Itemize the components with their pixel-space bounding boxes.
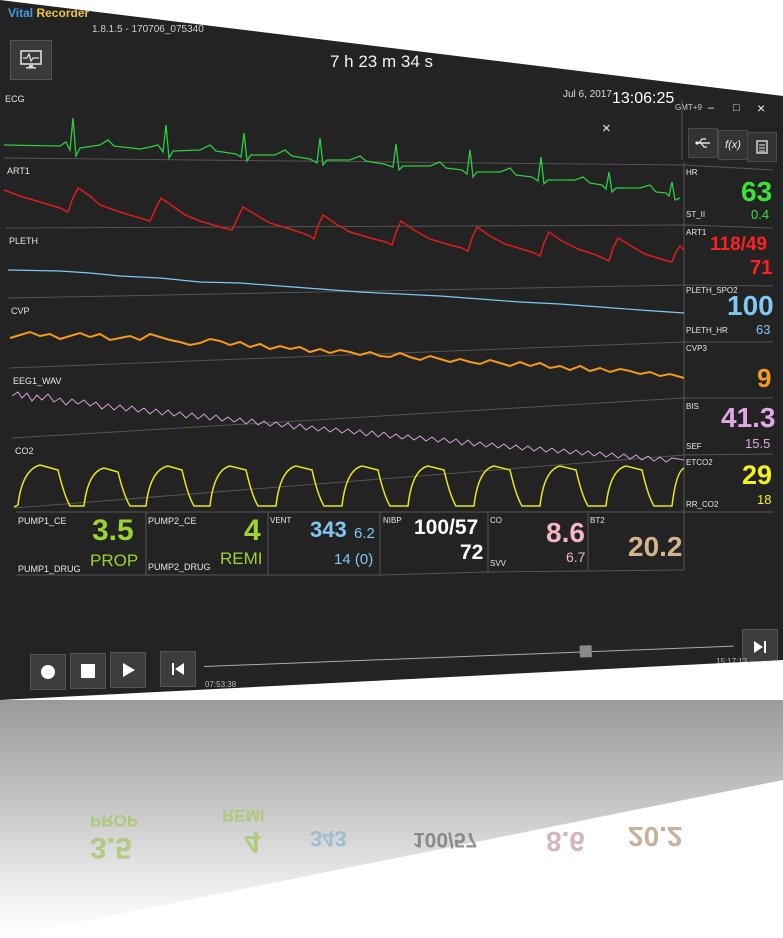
- st-label: ST_II: [686, 210, 706, 219]
- timeline-end-time: 15:17:13: [716, 657, 748, 666]
- waveform-label-eeg: EEG1_WAV: [13, 376, 62, 386]
- bt2-value: 20.2: [628, 531, 683, 562]
- reflection-bt2-value: 20.2: [628, 821, 683, 852]
- rr-co2-value: 18: [757, 492, 772, 507]
- playback-thumb[interactable]: [579, 645, 592, 658]
- reflection-vent-value: 343: [310, 826, 347, 851]
- stop-button[interactable]: [70, 653, 106, 689]
- spo2-value: 100: [727, 290, 774, 321]
- nibp-label: NIBP: [383, 516, 402, 525]
- pump1-drug-label: PUMP1_DRUG: [18, 564, 81, 574]
- record-icon: [41, 665, 55, 679]
- sef-label: SEF: [686, 442, 702, 451]
- vent-label: VENT: [270, 516, 292, 525]
- waveform-area: [3, 100, 774, 576]
- waveform-label-co2: CO2: [15, 446, 34, 456]
- record-button[interactable]: [30, 654, 66, 690]
- timeline-start-time: 07:53:38: [205, 680, 237, 689]
- hr-value: 63: [741, 176, 773, 207]
- reflection-pump2-value: 4: [244, 825, 261, 858]
- waveform-label-cvp: CVP: [11, 306, 30, 316]
- pleth-hr-label: PLETH_HR: [686, 326, 728, 335]
- bis-label: BIS: [686, 402, 699, 411]
- pump2-drug: REMI: [220, 549, 263, 568]
- waveform-label-art1: ART1: [7, 166, 30, 176]
- nibp-mean-value: 72: [460, 541, 484, 564]
- art1-mean-value: 71: [750, 257, 773, 279]
- stage: Vital Recorder 1.8.1.5 - 170706_075340 7…: [0, 0, 783, 938]
- vent-sub-value: 6.2: [354, 525, 375, 542]
- skip-forward-icon: [754, 641, 766, 653]
- cvp-value: 9: [757, 363, 772, 393]
- bis-value: 41.3: [721, 402, 776, 433]
- pump2-drug-label: PUMP2_DRUG: [148, 562, 211, 572]
- svv-label: SVV: [490, 559, 507, 568]
- hr-label: HR: [686, 168, 698, 177]
- pump1-drug: PROP: [90, 551, 139, 570]
- reflection-nibp-value: 100/57: [413, 828, 478, 851]
- vent-rate: 14 (0): [334, 551, 374, 568]
- pump1-ce-value: 3.5: [92, 514, 134, 547]
- vital-recorder-window: Vital Recorder 1.8.1.5 - 170706_075340 7…: [0, 0, 783, 700]
- pump1-ce-label: PUMP1_CE: [18, 516, 67, 526]
- skip-back-icon: [172, 663, 184, 675]
- co-value: 8.6: [546, 517, 585, 548]
- pleth-waveform: [7, 269, 685, 314]
- nibp-value: 100/57: [414, 516, 479, 539]
- skip-to-start-button[interactable]: [160, 651, 196, 687]
- reflection-co-value: 8.6: [546, 826, 585, 857]
- stop-icon: [81, 664, 95, 678]
- waveform-label-ecg: ECG: [5, 94, 25, 104]
- reflection-pump1-value: 3.5: [90, 831, 132, 864]
- pump2-ce-value: 4: [244, 514, 261, 547]
- co-label: CO: [490, 516, 502, 525]
- vent-value: 343: [310, 517, 347, 542]
- cvp-label: CVP3: [686, 344, 707, 353]
- co2-waveform: [13, 464, 685, 508]
- play-icon: [123, 663, 135, 677]
- window-reflection: 3.5 PROP 4 REMI 343 100/57 8.6 20.2: [0, 700, 783, 938]
- eeg-waveform: [11, 391, 685, 463]
- art1-value: 118/49: [710, 234, 768, 255]
- skip-to-end-button[interactable]: [742, 629, 778, 665]
- svv-value: 6.7: [566, 549, 586, 565]
- sef-value: 15.5: [745, 436, 771, 451]
- pump2-ce-label: PUMP2_CE: [148, 516, 197, 526]
- etco2-value: 29: [742, 460, 773, 490]
- play-button[interactable]: [110, 652, 146, 688]
- bt2-label: BT2: [590, 516, 605, 525]
- rr-co2-label: RR_CO2: [686, 500, 719, 509]
- waveform-label-pleth: PLETH: [9, 236, 39, 246]
- pleth-hr-value: 63: [756, 322, 771, 337]
- reflection-pump1-drug: PROP: [90, 811, 139, 830]
- art1-label: ART1: [686, 228, 707, 237]
- etco2-label: ETCO2: [686, 458, 713, 467]
- reflection-pump2-drug: REMI: [222, 806, 265, 825]
- st-value: 0.4: [751, 207, 770, 222]
